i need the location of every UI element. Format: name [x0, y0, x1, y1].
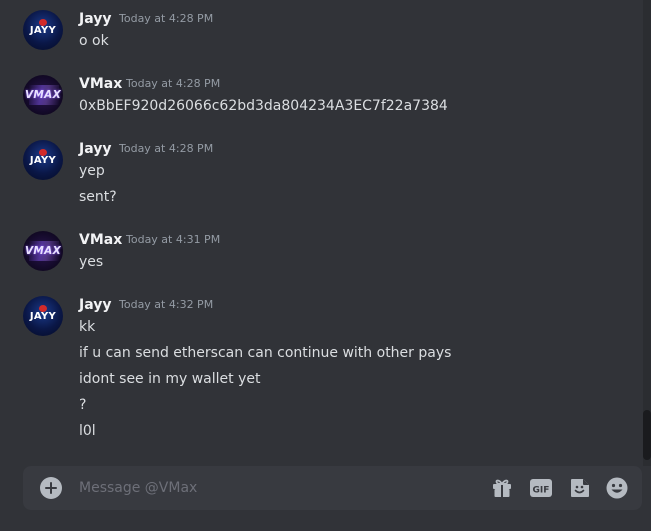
username[interactable]: Jayy [79, 10, 111, 28]
message-text: kk [79, 319, 96, 335]
avatar[interactable]: JAYY [23, 140, 63, 180]
scrollbar-thumb[interactable] [643, 410, 651, 460]
avatar[interactable]: JAYY [23, 296, 63, 336]
avatar-text: VMAX [25, 245, 61, 257]
gift-icon[interactable] [490, 476, 514, 500]
timestamp[interactable]: Today at 4:31 PM [126, 231, 220, 249]
username[interactable]: VMax [79, 75, 122, 93]
message-input[interactable] [79, 478, 469, 498]
message-text: if u can send etherscan can continue wit… [79, 345, 452, 361]
message-text: sent? [79, 189, 117, 205]
timestamp[interactable]: Today at 4:32 PM [119, 296, 213, 314]
message-text: yep [79, 163, 105, 179]
avatar-text: JAYY [29, 25, 57, 36]
username[interactable]: Jayy [79, 296, 111, 314]
svg-text:GIF: GIF [533, 486, 550, 496]
username[interactable]: Jayy [79, 140, 111, 158]
plus-circle-icon[interactable] [40, 477, 62, 499]
message-text: idont see in my wallet yet [79, 371, 261, 387]
username[interactable]: VMax [79, 231, 122, 249]
avatar-text: VMAX [25, 89, 61, 101]
dm-chat-window: JAYY Jayy Today at 4:28 PM o ok VMAX VMa… [0, 0, 651, 531]
message-text: l0l [79, 423, 96, 439]
gif-icon[interactable]: GIF [529, 476, 553, 500]
emoji-icon[interactable] [605, 476, 629, 500]
avatar[interactable]: JAYY [23, 10, 63, 50]
timestamp[interactable]: Today at 4:28 PM [126, 75, 220, 93]
message-text: ? [79, 397, 87, 413]
avatar[interactable]: VMAX [23, 231, 63, 271]
avatar-text: JAYY [29, 311, 57, 322]
avatar[interactable]: VMAX [23, 75, 63, 115]
message-composer: GIF [23, 466, 642, 510]
message-text: yes [79, 254, 104, 270]
composer-area: GIF [0, 466, 651, 531]
message-text: 0xBbEF920d26066c62bd3da804234A3EC7f22a73… [79, 98, 448, 114]
timestamp[interactable]: Today at 4:28 PM [119, 140, 213, 158]
timestamp[interactable]: Today at 4:28 PM [119, 10, 213, 28]
scrollbar-track[interactable] [643, 0, 651, 466]
message-text: o ok [79, 33, 109, 49]
sticker-icon[interactable] [568, 476, 592, 500]
message-list[interactable]: JAYY Jayy Today at 4:28 PM o ok VMAX VMa… [0, 0, 643, 466]
avatar-text: JAYY [29, 155, 57, 166]
